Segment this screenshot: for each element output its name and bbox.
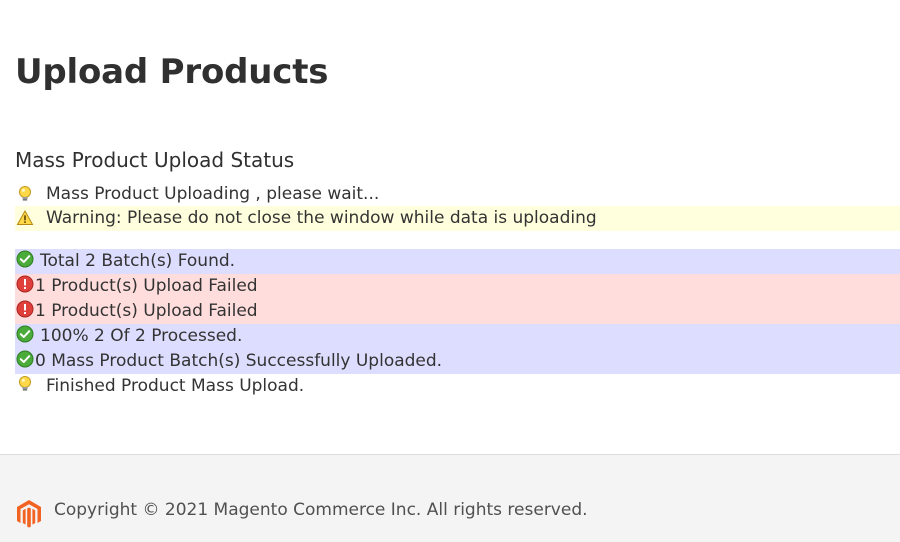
- footer: Copyright © 2021 Magento Commerce Inc. A…: [0, 454, 900, 542]
- error-message-text: 1 Product(s) Upload Failed: [35, 301, 258, 321]
- copyright-text: Copyright © 2021 Magento Commerce Inc. A…: [54, 500, 588, 520]
- success-message: 100% 2 Of 2 Processed.: [15, 324, 900, 349]
- status-message-text: Mass Product Uploading , please wait...: [46, 184, 380, 204]
- status-message: Finished Product Mass Upload.: [15, 374, 900, 399]
- success-message-text: 0 Mass Product Batch(s) Successfully Upl…: [35, 351, 443, 371]
- error-message-text: 1 Product(s) Upload Failed: [35, 276, 258, 296]
- page: Upload Products Mass Product Upload Stat…: [0, 0, 900, 542]
- error-message: 1 Product(s) Upload Failed: [15, 274, 900, 299]
- check-circle-icon: [16, 350, 34, 368]
- lightbulb-icon: [19, 376, 31, 391]
- success-message: 0 Mass Product Batch(s) Successfully Upl…: [15, 349, 900, 374]
- error-message: 1 Product(s) Upload Failed: [15, 299, 900, 324]
- status-message-text: Finished Product Mass Upload.: [46, 376, 305, 396]
- warning-message-text: Warning: Please do not close the window …: [46, 208, 597, 228]
- check-circle-icon: [16, 325, 34, 343]
- error-circle-icon: [16, 300, 34, 318]
- success-message-text: 100% 2 Of 2 Processed.: [40, 326, 243, 346]
- lightbulb-icon: [19, 186, 31, 201]
- success-message-text: Total 2 Batch(s) Found.: [40, 251, 236, 271]
- page-title: Upload Products: [15, 52, 329, 92]
- main-content: Upload Products Mass Product Upload Stat…: [0, 0, 900, 454]
- success-message: Total 2 Batch(s) Found.: [15, 249, 900, 274]
- error-circle-icon: [16, 275, 34, 293]
- warning-message: Warning: Please do not close the window …: [15, 206, 900, 231]
- magento-logo-icon: [17, 500, 41, 528]
- status-message: Mass Product Uploading , please wait...: [15, 182, 900, 207]
- status-heading: Mass Product Upload Status: [15, 148, 295, 172]
- check-circle-icon: [16, 250, 34, 268]
- warning-icon: [16, 209, 34, 225]
